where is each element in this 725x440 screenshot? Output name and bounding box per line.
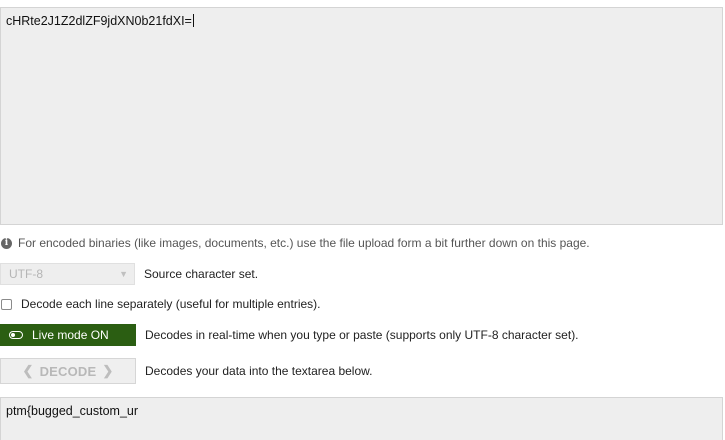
info-icon: i bbox=[1, 237, 12, 249]
decoded-output-textarea[interactable]: ptm{bugged_custom_ur bbox=[0, 397, 723, 440]
live-mode-button-label: Live mode ON bbox=[32, 328, 109, 342]
dropdown-arrow-icon: ▼ bbox=[119, 269, 128, 279]
decode-description: Decodes your data into the textarea belo… bbox=[145, 364, 373, 378]
line-mode-label[interactable]: Decode each line separately (useful for … bbox=[21, 297, 320, 311]
decode-button-label: DECODE bbox=[39, 363, 97, 379]
decoded-output-text: ptm{bugged_custom_ur bbox=[6, 404, 139, 418]
chevron-left-icon: ❮ bbox=[22, 363, 34, 378]
live-mode-description: Decodes in real-time when you type or pa… bbox=[145, 328, 579, 342]
chevron-right-icon: ❯ bbox=[102, 363, 114, 378]
charset-label: Source character set. bbox=[144, 267, 259, 281]
encoded-input-textarea[interactable]: cHRte2J1Z2dlZF9jdXN0b21fdXI= bbox=[0, 7, 723, 225]
live-mode-row: Live mode ON Decodes in real-time when y… bbox=[0, 324, 579, 346]
charset-select[interactable]: UTF-8 ▼ bbox=[0, 263, 135, 285]
live-mode-toggle-button[interactable]: Live mode ON bbox=[0, 324, 136, 346]
file-upload-hint: i For encoded binaries (like images, doc… bbox=[1, 236, 590, 250]
encoded-input-text: cHRte2J1Z2dlZF9jdXN0b21fdXI= bbox=[6, 14, 192, 28]
toggle-on-icon bbox=[9, 331, 23, 339]
charset-selected-value: UTF-8 bbox=[9, 267, 43, 281]
charset-row: UTF-8 ▼ Source character set. bbox=[0, 263, 258, 285]
decode-button[interactable]: ❮ DECODE ❯ bbox=[0, 358, 136, 384]
decode-row: ❮ DECODE ❯ Decodes your data into the te… bbox=[0, 358, 372, 384]
line-mode-checkbox[interactable] bbox=[1, 298, 12, 310]
line-mode-row: Decode each line separately (useful for … bbox=[0, 297, 320, 311]
text-caret bbox=[192, 14, 194, 27]
decoder-page: cHRte2J1Z2dlZF9jdXN0b21fdXI= i For encod… bbox=[0, 0, 725, 440]
file-upload-hint-text: For encoded binaries (like images, docum… bbox=[18, 236, 590, 250]
